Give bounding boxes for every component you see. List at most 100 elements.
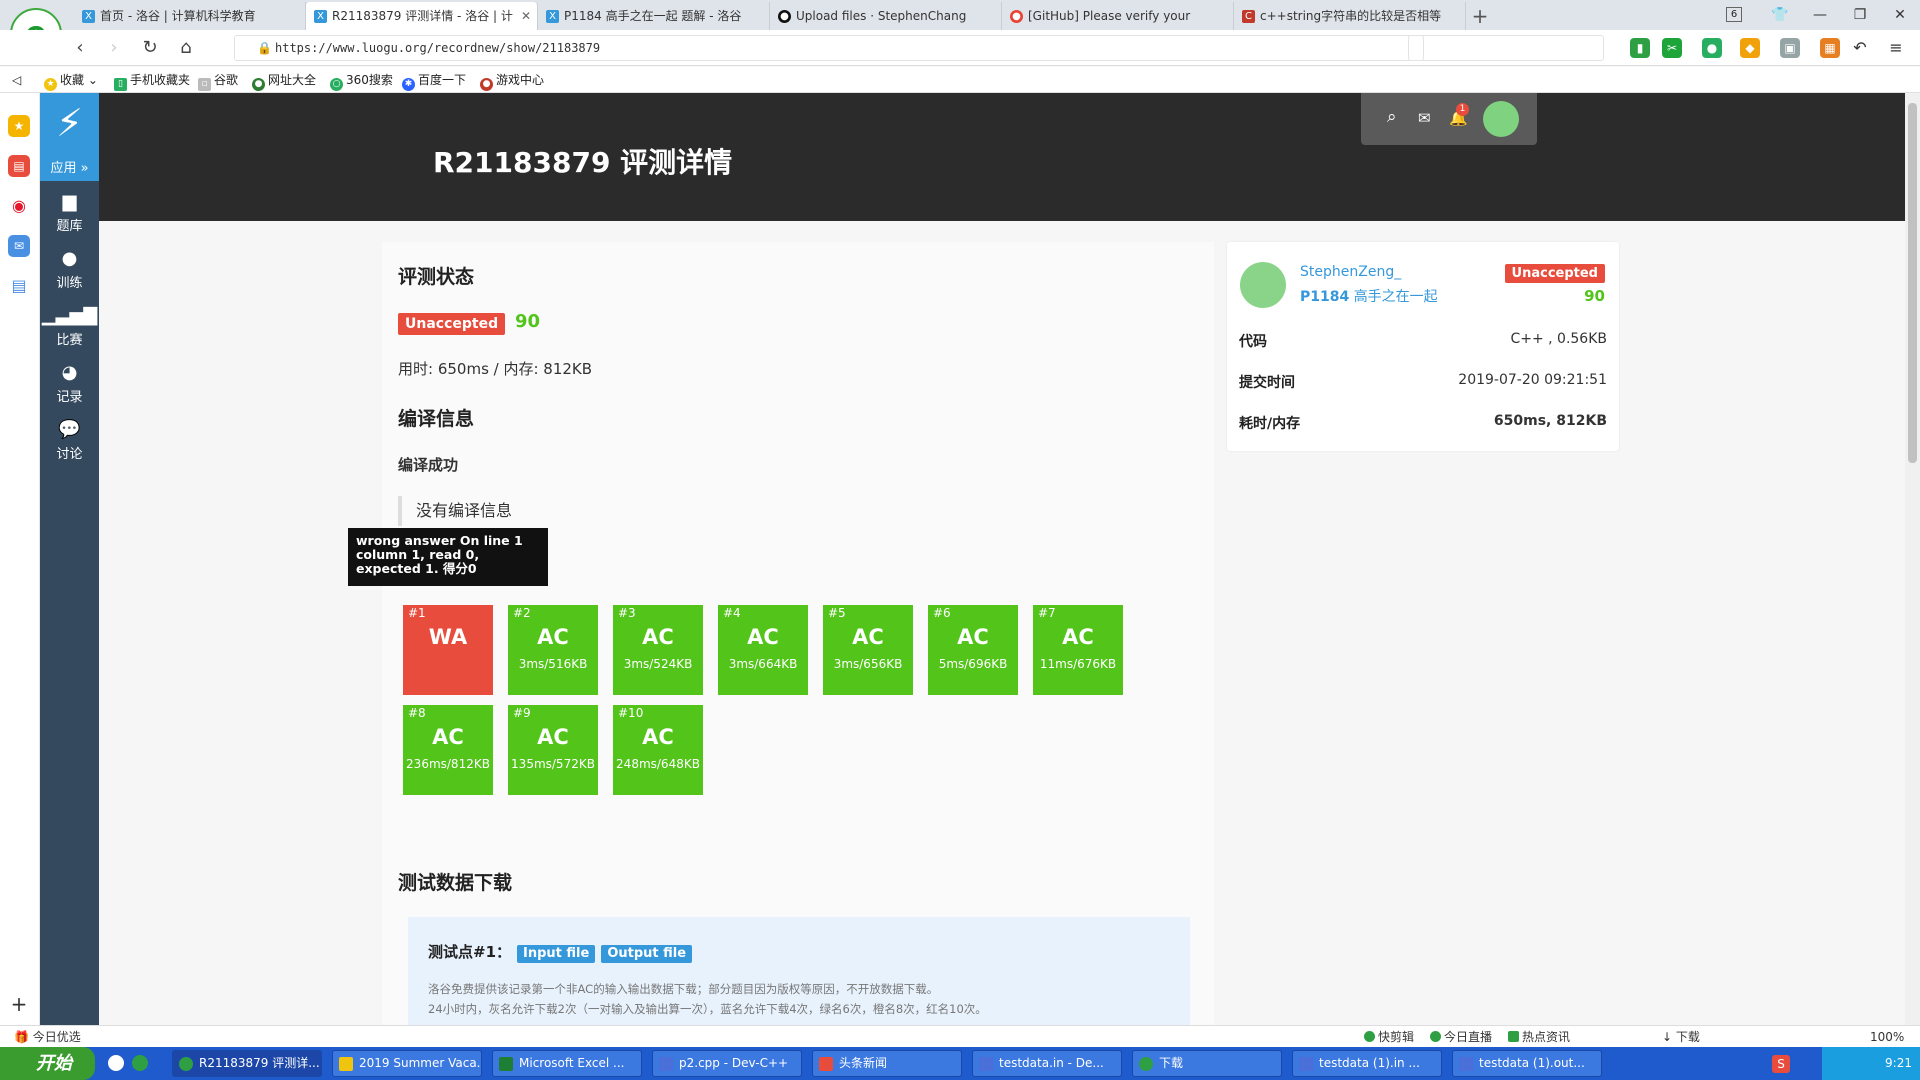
testcase-6[interactable]: #6 AC 5ms/696KB: [928, 605, 1018, 695]
weibo-icon[interactable]: ◉: [8, 195, 30, 217]
testcase-2[interactable]: #2 AC 3ms/516KB: [508, 605, 598, 695]
back-icon[interactable]: ‹: [68, 36, 92, 60]
scrollbar-thumb[interactable]: [1908, 103, 1917, 463]
scissors-icon[interactable]: ✂: [1662, 38, 1682, 58]
taskbar-item[interactable]: 头条新闻: [812, 1050, 962, 1077]
close-tab-icon[interactable]: ✕: [521, 2, 531, 30]
news-icon[interactable]: ▤: [8, 155, 30, 177]
daily-picks[interactable]: 🎁 今日优选: [14, 1026, 81, 1048]
phone-icon: ▯: [114, 78, 127, 91]
page-scrollbar[interactable]: [1905, 93, 1920, 1025]
status-heading: 评测状态: [398, 266, 475, 288]
sidebar-item-discuss[interactable]: 💬 讨论: [40, 419, 99, 462]
zoom-level[interactable]: 100%: [1870, 1026, 1904, 1048]
shield-icon[interactable]: ◆: [1740, 38, 1760, 58]
luogu-logo-icon[interactable]: ⚡: [40, 93, 99, 157]
browser-tab[interactable]: Cc++string字符串的比较是否相等: [1234, 2, 1466, 30]
bookmark-item[interactable]: ★ 收藏 ⌄: [44, 71, 98, 91]
status-item[interactable]: 快剪辑: [1364, 1026, 1414, 1048]
problem-link[interactable]: P1184 高手之在一起: [1300, 286, 1438, 306]
output-file-button[interactable]: Output file: [601, 945, 693, 963]
devcpp-icon: [659, 1057, 673, 1071]
testcase-10[interactable]: #10 AC 248ms/648KB: [613, 705, 703, 795]
minimize-icon[interactable]: —: [1800, 0, 1840, 30]
ie-icon[interactable]: [108, 1055, 124, 1071]
testcase-7[interactable]: #7 AC 11ms/676KB: [1033, 605, 1123, 695]
testcase-4[interactable]: #4 AC 3ms/664KB: [718, 605, 808, 695]
favorites-star-icon[interactable]: ★: [8, 115, 30, 137]
browser-search-input[interactable]: [1408, 35, 1604, 61]
testcase-1[interactable]: #1 WA: [403, 605, 493, 695]
start-button[interactable]: 开始: [0, 1047, 95, 1080]
bookmark-item[interactable]: ✱ 百度一下: [402, 71, 466, 91]
search-icon[interactable]: ⌕: [1387, 107, 1397, 127]
sidebar-item-contests[interactable]: ▁▃▅▇ 比赛: [40, 305, 99, 348]
sogou-input-icon[interactable]: S: [1772, 1055, 1790, 1073]
luogu-sidebar: ⚡ 应用 » ▆ 题库 ● 训练 ▁▃▅▇ 比赛 ◕ 记录 💬 讨论: [40, 93, 99, 1025]
skin-icon[interactable]: 👕: [1760, 0, 1800, 30]
menu-icon[interactable]: ≡: [1886, 38, 1906, 58]
bookmarks-toggle-icon[interactable]: ◁: [12, 71, 21, 89]
lightbulb-icon: ●: [61, 248, 78, 269]
mail-icon[interactable]: ✉: [1418, 109, 1431, 127]
avatar[interactable]: [1483, 101, 1519, 137]
status-item[interactable]: ↓ 下载: [1662, 1026, 1700, 1048]
devcpp-icon: [1299, 1057, 1313, 1071]
testcase-8[interactable]: #8 AC 236ms/812KB: [403, 705, 493, 795]
input-file-button[interactable]: Input file: [517, 945, 596, 963]
testcase-5[interactable]: #5 AC 3ms/656KB: [823, 605, 913, 695]
add-sidebar-icon[interactable]: +: [8, 993, 30, 1015]
bookmark-item[interactable]: ▫ 谷歌: [198, 71, 238, 91]
status-item[interactable]: 热点资讯: [1508, 1026, 1570, 1048]
close-window-icon[interactable]: ✕: [1880, 0, 1920, 30]
restore-icon[interactable]: ❐: [1840, 0, 1880, 30]
avatar[interactable]: [1240, 262, 1286, 308]
apps-grid-icon[interactable]: ▦: [1820, 38, 1840, 58]
weather-icon[interactable]: ●: [1702, 38, 1722, 58]
mail-icon[interactable]: ✉: [8, 235, 30, 257]
bookmark-item[interactable]: ○ 360搜索: [330, 71, 393, 91]
extension-icon[interactable]: ▮: [1630, 38, 1650, 58]
taskbar-item[interactable]: testdata (1).in ...: [1292, 1050, 1442, 1077]
tab-count[interactable]: 6: [1726, 7, 1742, 22]
bookmark-item[interactable]: ● 网址大全: [252, 71, 316, 91]
user-link[interactable]: StephenZeng_: [1300, 264, 1401, 280]
sidebar-item-problems[interactable]: ▆ 题库: [40, 191, 99, 234]
clock[interactable]: 9:21: [1885, 1056, 1912, 1070]
bookmark-item[interactable]: ▯ 手机收藏夹: [114, 71, 190, 91]
browser-tab[interactable]: ● [GitHub] Please verify your: [1002, 2, 1234, 30]
browser-tab[interactable]: ● Upload files · StephenChang: [770, 2, 1002, 30]
bookmark-item[interactable]: ● 游戏中心: [480, 71, 544, 91]
taskbar-item[interactable]: Microsoft Excel ...: [492, 1050, 642, 1077]
undo-icon[interactable]: ↶: [1850, 38, 1870, 58]
url-input[interactable]: 🔒 https://www.luogu.org/recordnew/show/21…: [234, 35, 1424, 61]
status-item[interactable]: 今日直播: [1430, 1026, 1492, 1048]
taskbar-item[interactable]: testdata (1).out...: [1452, 1050, 1602, 1077]
browser-quicklaunch-icon[interactable]: [132, 1055, 148, 1071]
sidebar-item-records[interactable]: ◕ 记录: [40, 362, 99, 405]
forward-icon[interactable]: ›: [102, 36, 126, 60]
browser-tab[interactable]: X 首页 - 洛谷 | 计算机科学教育: [74, 2, 306, 30]
image-icon[interactable]: ▣: [1780, 38, 1800, 58]
home-icon[interactable]: ⌂: [174, 36, 198, 60]
taskbar-item[interactable]: testdata.in - De...: [972, 1050, 1122, 1077]
sidebar-item-training[interactable]: ● 训练: [40, 248, 99, 291]
testcase-3[interactable]: #3 AC 3ms/524KB: [613, 605, 703, 695]
taskbar-item[interactable]: R21183879 评测详...: [172, 1050, 322, 1077]
document-icon[interactable]: ▤: [8, 275, 30, 297]
taskbar-item[interactable]: 2019 Summer Vaca...: [332, 1050, 482, 1077]
csdn-icon: C: [1242, 10, 1255, 23]
new-tab-icon[interactable]: +: [1466, 2, 1494, 30]
browser-status-bar: 🎁 今日优选 快剪辑 今日直播 热点资讯 ↓ 下载 100%: [0, 1025, 1920, 1047]
taskbar-item[interactable]: p2.cpp - Dev-C++: [652, 1050, 802, 1077]
apps-menu[interactable]: 应用 »: [40, 157, 99, 181]
taskbar-item[interactable]: 下载: [1132, 1050, 1282, 1077]
browser-tab-active[interactable]: X R21183879 评测详情 - 洛谷 | 计 ✕: [306, 2, 538, 30]
download-box: 测试点#1： Input file Output file 洛谷免费提供该记录第一个…: [408, 917, 1190, 1025]
testcase-9[interactable]: #9 AC 135ms/572KB: [508, 705, 598, 795]
reload-icon[interactable]: ↻: [138, 36, 162, 60]
score: 90: [1584, 287, 1605, 305]
browser-tab[interactable]: X P1184 高手之在一起 题解 - 洛谷: [538, 2, 770, 30]
page-icon: ▫: [198, 78, 211, 91]
notification-badge: 1: [1456, 103, 1469, 116]
